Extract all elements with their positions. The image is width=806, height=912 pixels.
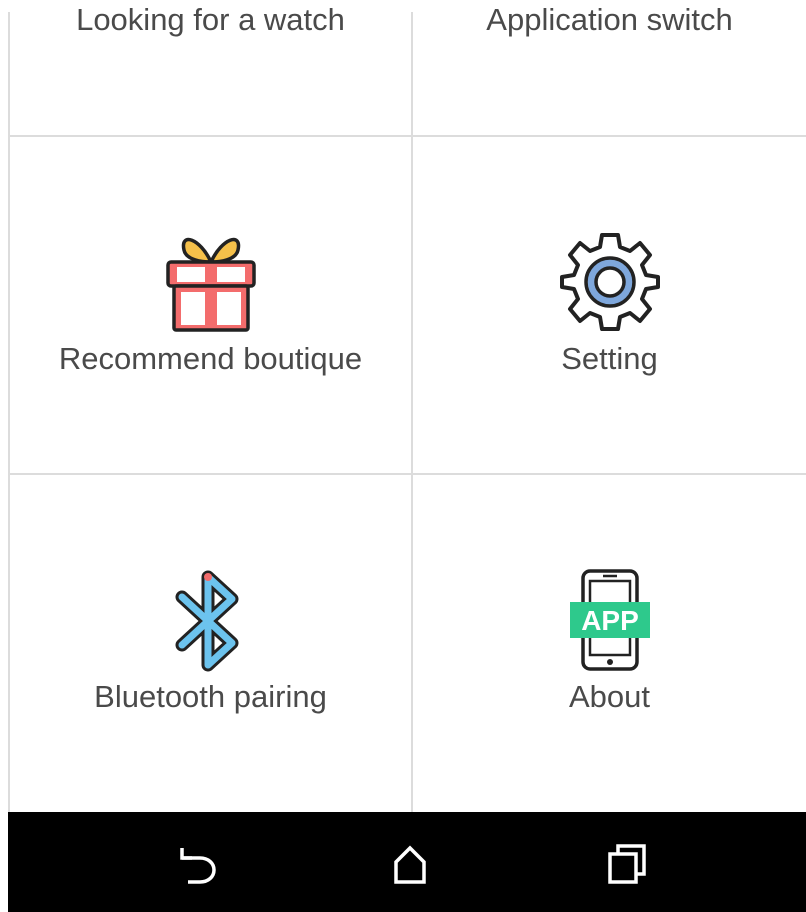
app-badge-text: APP [581,605,639,636]
gear-icon [559,233,660,331]
menu-item-label: Setting [561,341,658,376]
left-border [8,12,10,812]
bluetooth-icon [175,570,238,672]
home-icon[interactable] [390,842,434,886]
menu-item-about[interactable]: APP About [413,475,806,812]
menu-item-find-watch[interactable]: Looking for a watch [10,0,411,135]
menu-item-setting[interactable]: Setting [413,137,806,473]
menu-item-application-switch[interactable]: Application switch [413,0,806,135]
recents-icon[interactable] [606,842,650,886]
gift-icon [165,237,256,332]
menu-item-label: Bluetooth pairing [94,679,327,714]
row-divider [8,473,806,475]
phone-app-icon: APP [569,569,650,671]
menu-item-label: Application switch [486,2,733,37]
menu-item-bluetooth-pairing[interactable]: Bluetooth pairing [10,475,411,812]
navigation-bar [8,812,806,912]
menu-item-label: Recommend boutique [58,341,363,376]
column-divider [411,12,413,812]
app-screen: Looking for a watch Application switch R… [0,0,806,912]
row-divider [8,135,806,137]
menu-item-label: Looking for a watch [76,2,345,37]
menu-item-recommend-boutique[interactable]: Recommend boutique [10,137,411,473]
menu-item-label: About [568,679,650,714]
back-icon[interactable] [174,842,218,886]
